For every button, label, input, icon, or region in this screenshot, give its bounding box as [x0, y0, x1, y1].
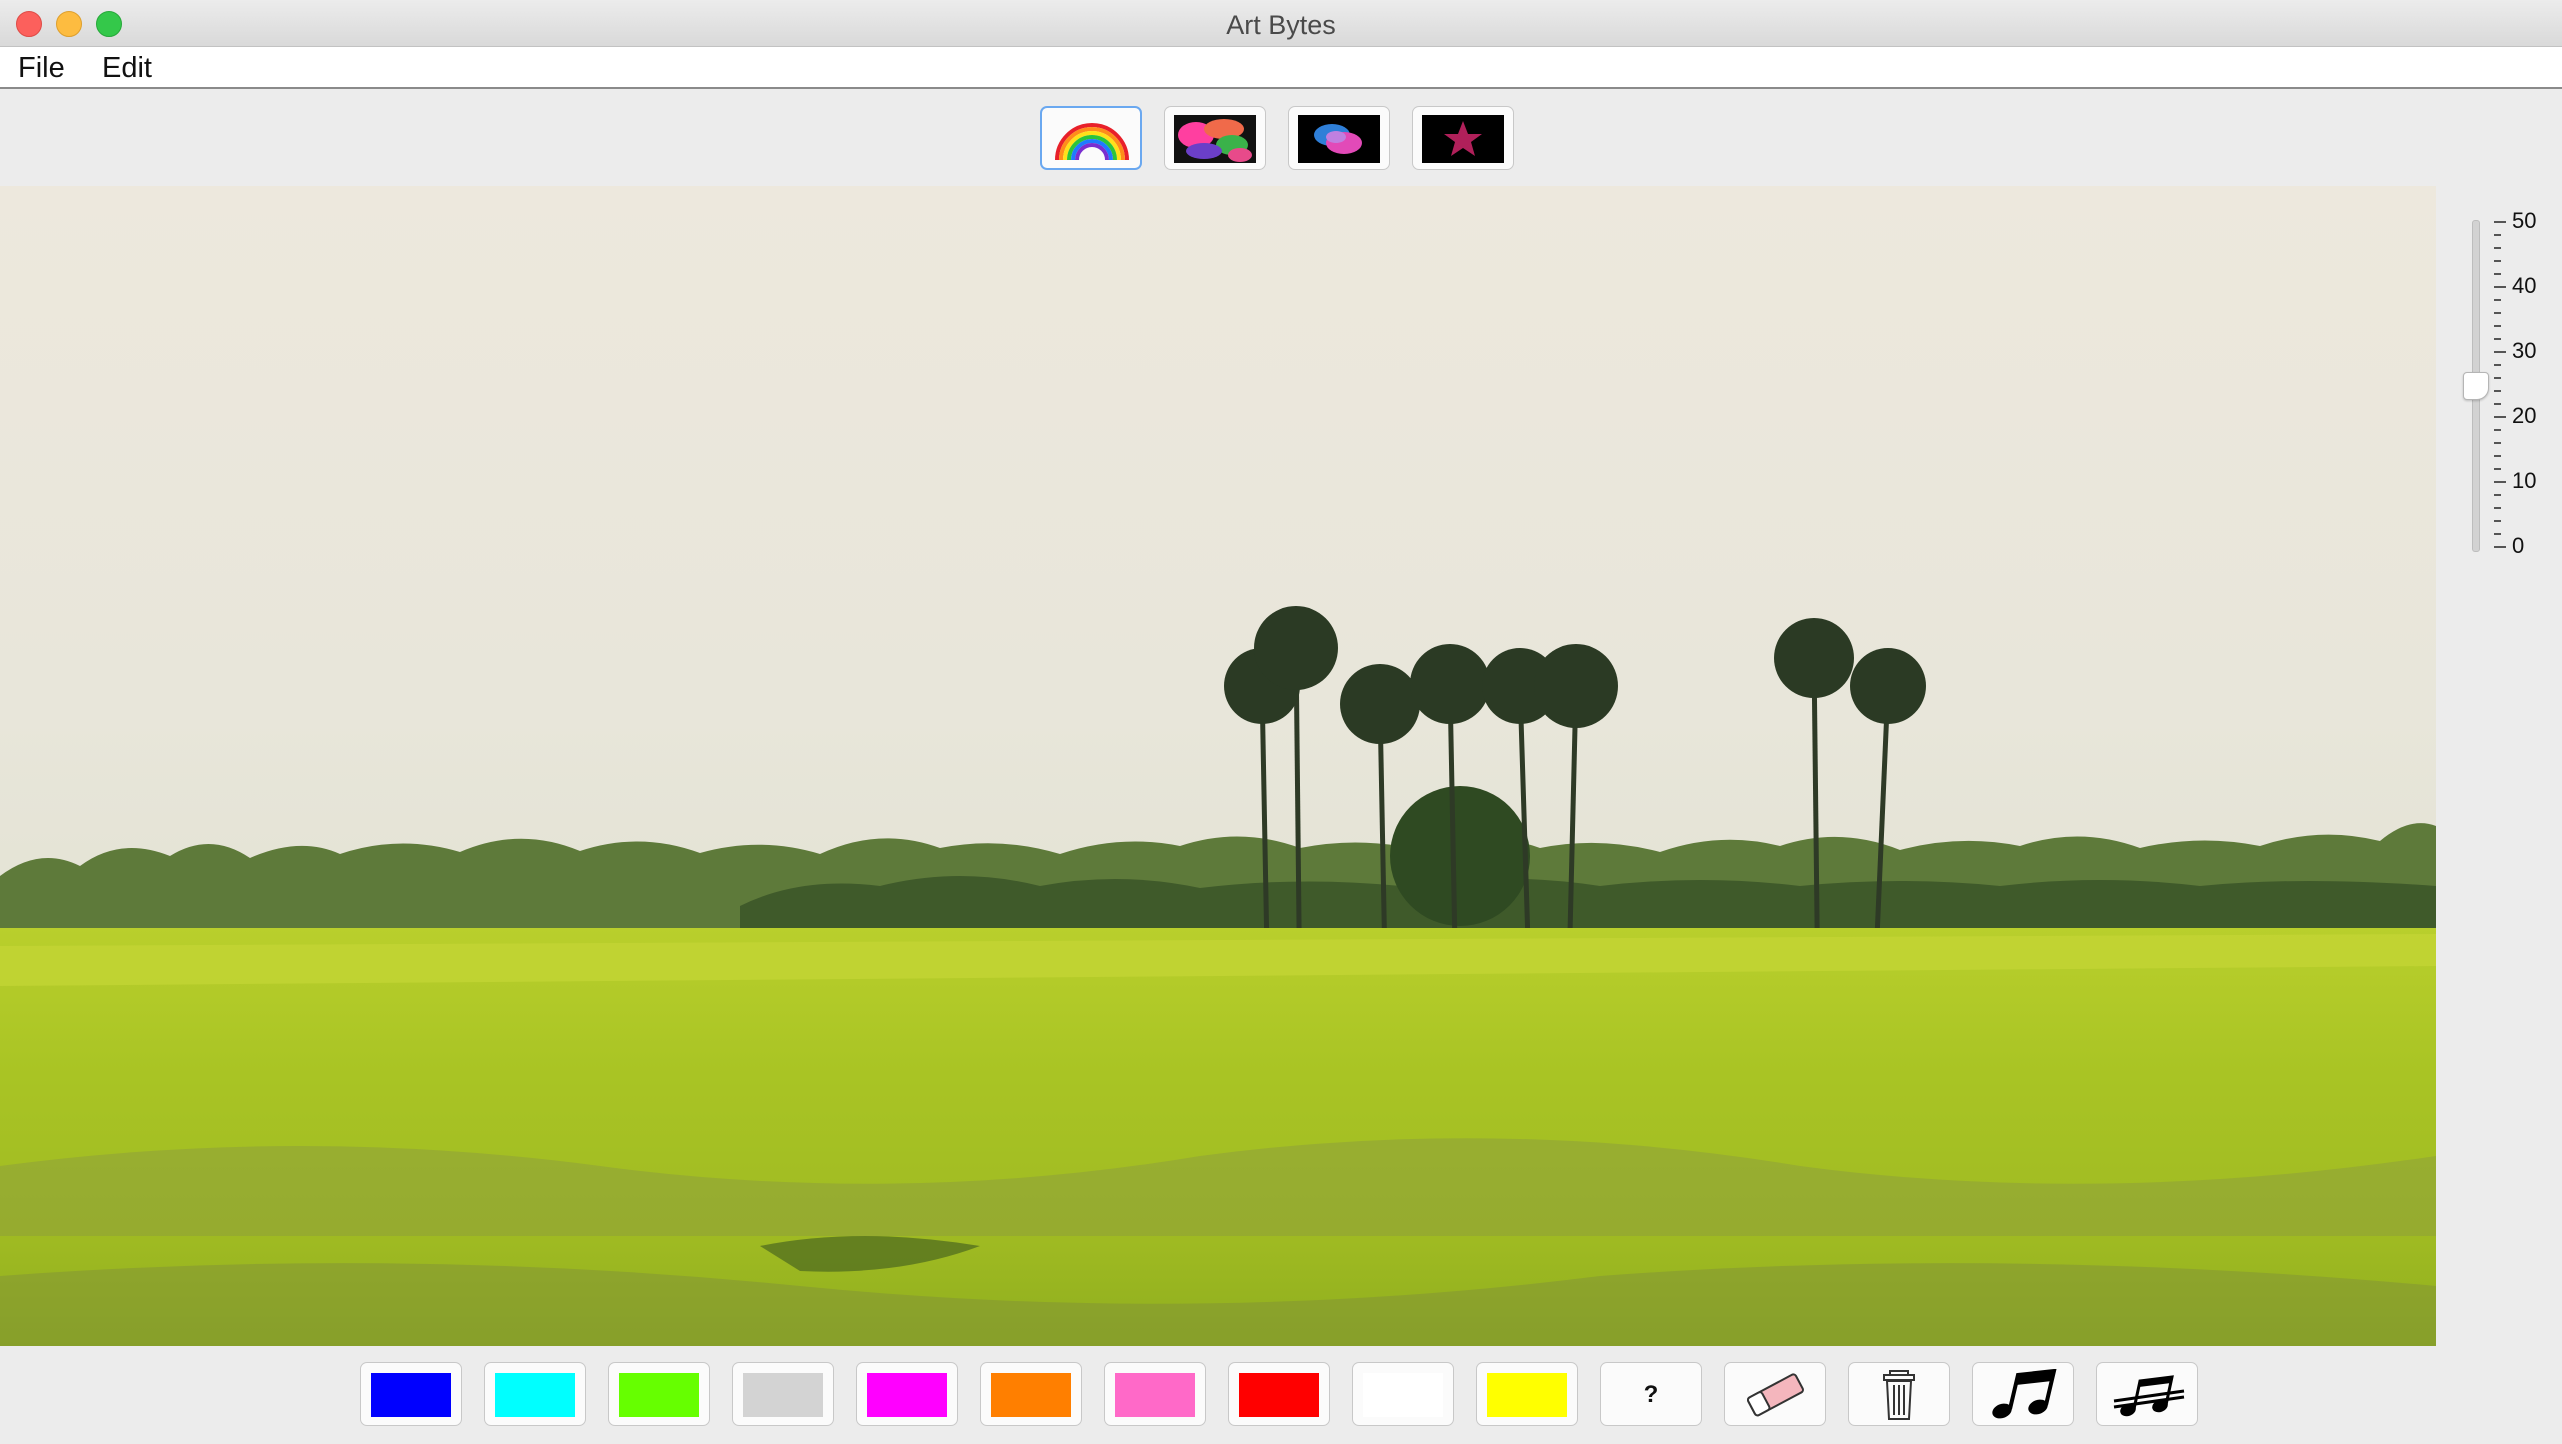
- slider-label: 10: [2512, 468, 2537, 493]
- slider-tick: [2494, 351, 2506, 353]
- music-mute-icon: [2113, 1375, 2185, 1417]
- color-red-button[interactable]: [1228, 1362, 1330, 1426]
- color-pink-button[interactable]: [1104, 1362, 1206, 1426]
- color-swatch: [991, 1373, 1071, 1417]
- slider-minor-tick: [2494, 533, 2501, 535]
- slider-label: 0: [2512, 533, 2525, 558]
- slider-minor-tick: [2494, 247, 2501, 249]
- window-title: Art Bytes: [1226, 10, 1336, 40]
- color-white-button[interactable]: [1352, 1362, 1454, 1426]
- eraser-button[interactable]: [1724, 1362, 1826, 1426]
- rainbow-brush-button[interactable]: [1040, 106, 1142, 170]
- slider-minor-tick: [2494, 468, 2501, 470]
- circles-brush-button[interactable]: [1288, 106, 1390, 170]
- color-magenta-button[interactable]: [856, 1362, 958, 1426]
- color-swatch: [743, 1373, 823, 1417]
- color-swatch: [371, 1373, 451, 1417]
- menu-bar: File Edit: [0, 47, 2562, 89]
- color-swatch: [867, 1373, 947, 1417]
- color-gray-button[interactable]: [732, 1362, 834, 1426]
- slider-minor-tick: [2494, 234, 2501, 236]
- slider-minor-tick: [2494, 494, 2501, 496]
- slider-tick: [2494, 481, 2506, 483]
- drawing-canvas[interactable]: [0, 186, 2436, 1346]
- color-swatch: [1363, 1373, 1443, 1417]
- help-button[interactable]: ?: [1600, 1362, 1702, 1426]
- star-icon: [1422, 115, 1504, 163]
- slider-minor-tick: [2494, 364, 2501, 366]
- color-blobs-brush-button[interactable]: [1164, 106, 1266, 170]
- trash-icon: [1883, 1370, 1915, 1420]
- title-bar: Art Bytes: [0, 0, 2562, 47]
- menu-file[interactable]: File: [18, 52, 65, 85]
- slider-tick: [2494, 416, 2506, 418]
- slider-label: 40: [2512, 273, 2537, 298]
- color-green-button[interactable]: [608, 1362, 710, 1426]
- color-orange-button[interactable]: [980, 1362, 1082, 1426]
- help-label: ?: [1643, 1381, 1659, 1408]
- color-swatch: [1239, 1373, 1319, 1417]
- slider-minor-tick: [2494, 520, 2501, 522]
- slider-minor-tick: [2494, 299, 2501, 301]
- slider-minor-tick: [2494, 507, 2501, 509]
- trash-button[interactable]: [1848, 1362, 1950, 1426]
- color-swatch: [1115, 1373, 1195, 1417]
- color-swatch: [1487, 1373, 1567, 1417]
- slider-tick: [2494, 286, 2506, 288]
- slider-minor-tick: [2494, 338, 2501, 340]
- overlapping-circles-icon: [1298, 115, 1380, 163]
- star-brush-button[interactable]: [1412, 106, 1514, 170]
- slider-label: 30: [2512, 338, 2537, 363]
- menu-edit[interactable]: Edit: [102, 52, 152, 85]
- music-note-icon: [1992, 1369, 2057, 1419]
- color-cyan-button[interactable]: [484, 1362, 586, 1426]
- slider-minor-tick: [2494, 403, 2501, 405]
- slider-minor-tick: [2494, 390, 2501, 392]
- slider-minor-tick: [2494, 260, 2501, 262]
- slider-label: 50: [2512, 208, 2537, 233]
- music-on-button[interactable]: [1972, 1362, 2074, 1426]
- color-blue-button[interactable]: [360, 1362, 462, 1426]
- slider-tick: [2494, 221, 2506, 223]
- color-swatch: [619, 1373, 699, 1417]
- slider-minor-tick: [2494, 377, 2501, 379]
- slider-minor-tick: [2494, 273, 2501, 275]
- slider-minor-tick: [2494, 429, 2501, 431]
- music-off-button[interactable]: [2096, 1362, 2198, 1426]
- slider-tick: [2494, 546, 2506, 548]
- landscape-photo: [0, 606, 2436, 1346]
- slider-minor-tick: [2494, 455, 2501, 457]
- color-blobs-icon: [1174, 115, 1256, 163]
- slider-minor-tick: [2494, 442, 2501, 444]
- slider-minor-tick: [2494, 325, 2501, 327]
- slider-label: 20: [2512, 403, 2537, 428]
- color-yellow-button[interactable]: [1476, 1362, 1578, 1426]
- rainbow-icon: [1055, 123, 1129, 161]
- color-swatch: [495, 1373, 575, 1417]
- brush-size-slider-thumb[interactable]: [2463, 372, 2489, 400]
- slider-minor-tick: [2494, 312, 2501, 314]
- eraser-icon: [1746, 1373, 1804, 1417]
